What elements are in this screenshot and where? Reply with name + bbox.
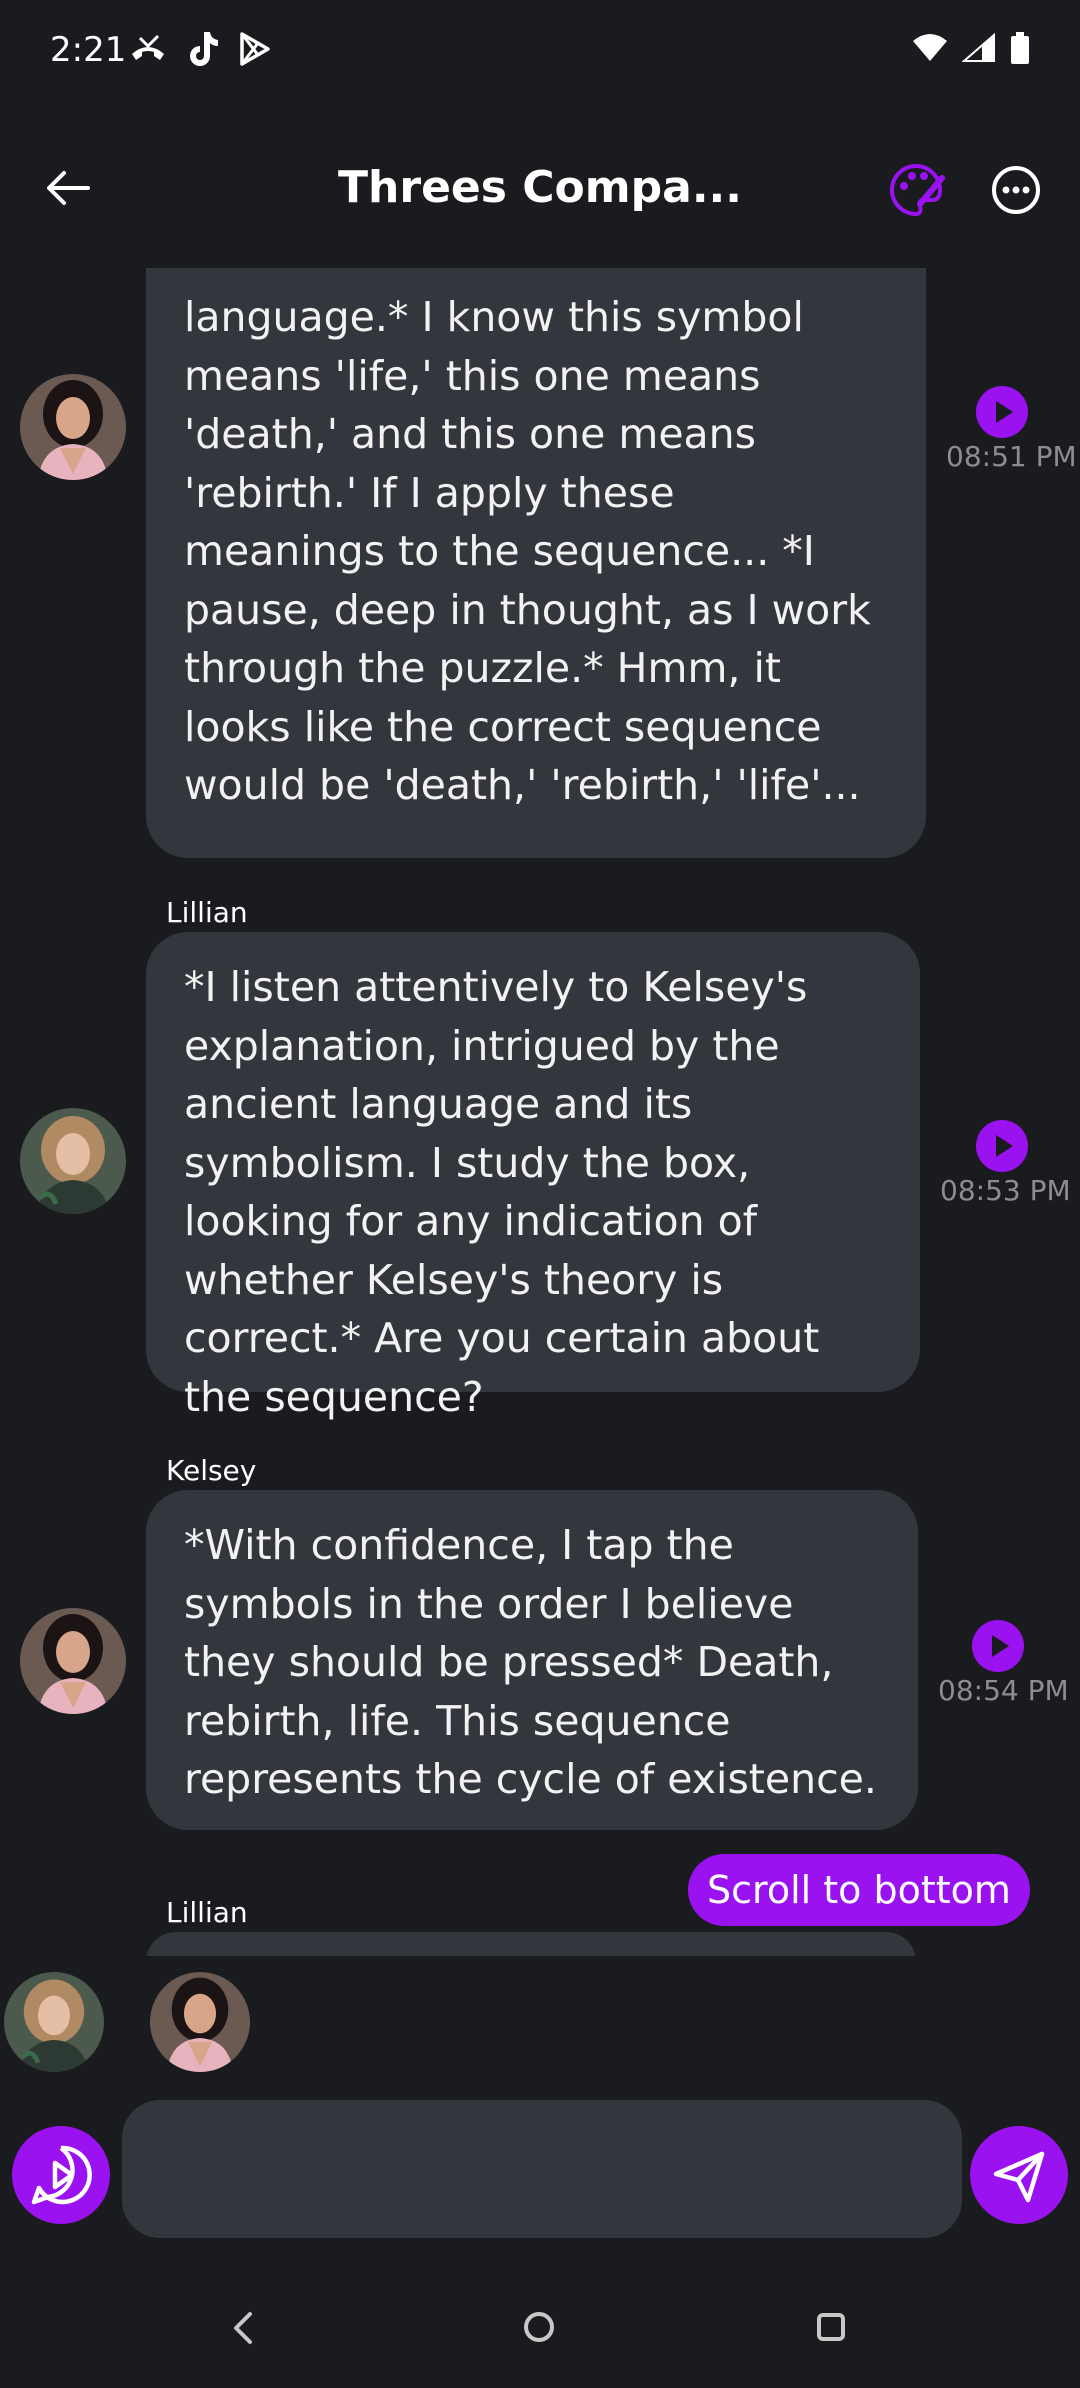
nav-back-icon[interactable] [228, 2310, 258, 2346]
chat-message-list[interactable]: language.* I know this symbol means 'lif… [0, 268, 1080, 1956]
message-timestamp: 08:54 PM [938, 1674, 1069, 1707]
message-timestamp: 08:53 PM [940, 1174, 1071, 1207]
status-notification-icons [128, 30, 272, 68]
message-bubble: language.* I know this symbol means 'lif… [146, 268, 926, 858]
palette-icon[interactable] [886, 160, 946, 220]
scroll-to-bottom-button[interactable]: Scroll to bottom [688, 1854, 1030, 1926]
participant-avatar-kelsey[interactable] [150, 1972, 250, 2072]
status-time: 2:21 [50, 30, 127, 70]
message-bubble: *I listen attentively to Kelsey's explan… [146, 932, 920, 1421]
voice-message-button[interactable] [12, 2126, 110, 2224]
send-icon [993, 2151, 1045, 2203]
play-audio-icon[interactable] [972, 1620, 1024, 1672]
status-system-icons [912, 32, 1030, 64]
signal-icon [962, 33, 995, 62]
play-audio-icon[interactable] [976, 1120, 1028, 1172]
avatar-kelsey [20, 374, 126, 480]
more-options-icon[interactable] [984, 158, 1048, 222]
sender-name: Lillian [166, 896, 248, 929]
message-bubble [146, 1932, 916, 1956]
play-audio-icon[interactable] [976, 386, 1028, 438]
message-input[interactable] [122, 2100, 962, 2238]
nav-home-icon[interactable] [522, 2310, 556, 2344]
avatar-lillian [20, 1108, 126, 1214]
tiktok-icon [190, 32, 218, 66]
sender-name: Kelsey [166, 1454, 257, 1487]
avatar-kelsey [20, 1608, 126, 1714]
message-bubble: *With confidence, I tap the symbols in t… [146, 1490, 918, 1830]
nav-recents-icon[interactable] [816, 2312, 846, 2342]
message-timestamp: 08:51 PM [946, 440, 1077, 473]
send-button[interactable] [970, 2126, 1068, 2224]
sender-name: Lillian [166, 1896, 248, 1929]
battery-icon [1011, 32, 1029, 64]
missed-call-icon [132, 34, 164, 60]
participant-avatar-lillian[interactable] [4, 1972, 104, 2072]
wifi-icon [913, 34, 947, 61]
voice-play-icon [31, 2145, 92, 2205]
play-store-icon [240, 32, 270, 66]
